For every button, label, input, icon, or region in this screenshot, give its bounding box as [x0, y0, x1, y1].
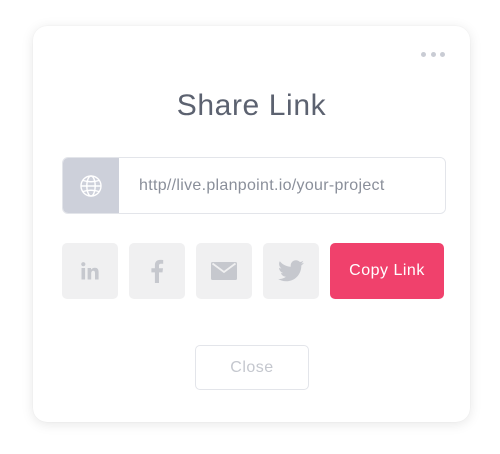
dot [440, 51, 445, 57]
copy-link-button[interactable]: Copy Link [330, 243, 444, 299]
share-buttons-row: Copy Link [62, 243, 445, 299]
dialog-title: Share Link [176, 89, 327, 122]
twitter-share-button[interactable] [263, 243, 319, 299]
linkedin-icon [81, 262, 99, 280]
facebook-share-button[interactable] [129, 243, 185, 299]
more-options-icon[interactable] [421, 50, 445, 58]
email-share-button[interactable] [196, 243, 252, 299]
share-dialog: Share Link http//live.planpoint.io/your-… [33, 26, 470, 422]
close-button[interactable]: Close [195, 345, 309, 390]
dot [421, 51, 426, 57]
linkedin-share-button[interactable] [62, 243, 118, 299]
page: Share Link http//live.planpoint.io/your-… [0, 0, 500, 454]
url-field-group [62, 157, 446, 214]
mail-icon [211, 262, 237, 280]
dot [430, 51, 436, 57]
twitter-icon [278, 260, 304, 282]
globe-icon [63, 158, 119, 213]
facebook-icon [151, 259, 164, 283]
share-url-input[interactable] [119, 158, 445, 213]
